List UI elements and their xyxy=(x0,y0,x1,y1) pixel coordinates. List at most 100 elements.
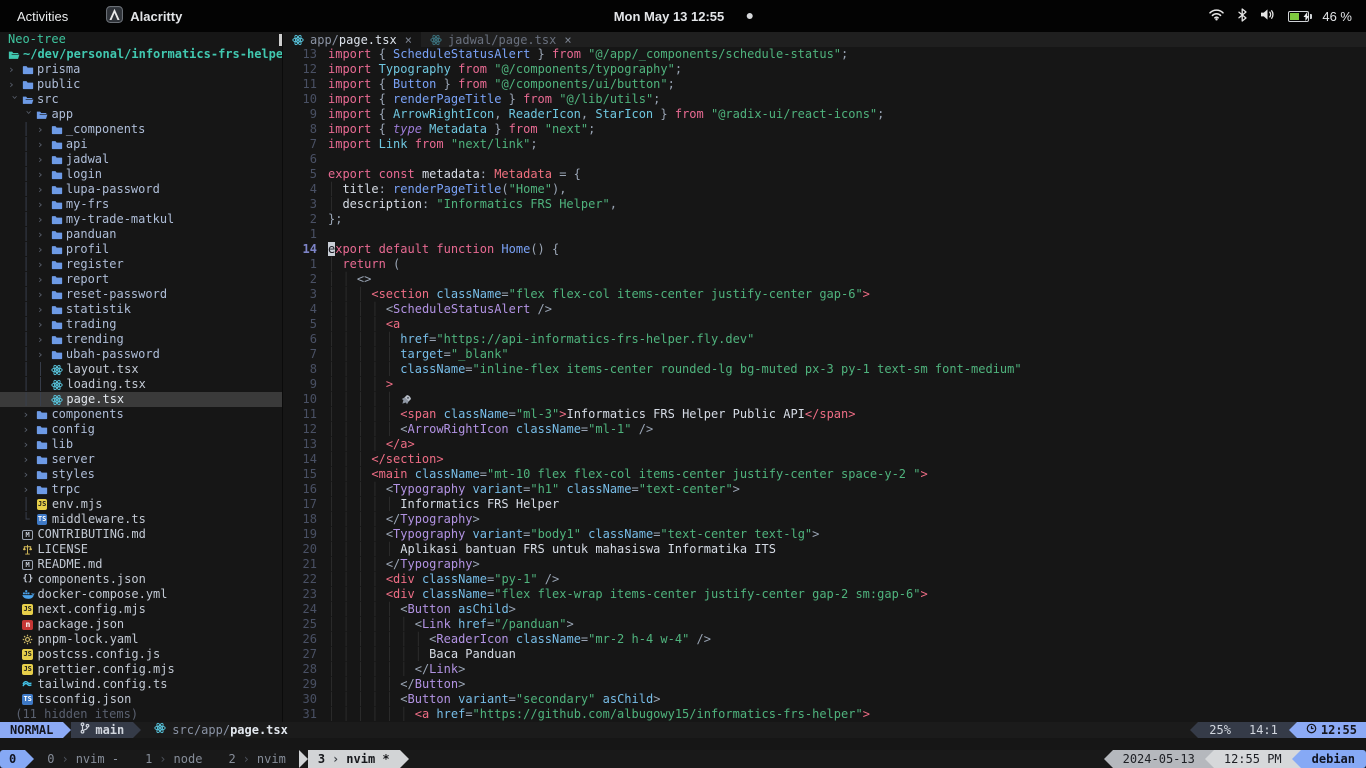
code-line[interactable]: 8import { type Metadata } from "next"; xyxy=(283,122,1366,137)
tree-item[interactable]: ›app xyxy=(0,107,282,122)
code-line[interactable]: 10│ │ │ │ │ xyxy=(283,392,1366,407)
tree-item[interactable]: TStsconfig.json xyxy=(0,692,282,707)
code-line[interactable]: 4│ │ │ │ <ScheduleStatusAlert /> xyxy=(283,302,1366,317)
code-line[interactable]: 3│ description: "Informatics FRS Helper"… xyxy=(283,197,1366,212)
code-line[interactable]: 12│ │ │ │ │ <ArrowRightIcon className="m… xyxy=(283,422,1366,437)
editor-tab[interactable]: jadwal/page.tsx× xyxy=(421,32,581,47)
code-line[interactable]: 13import { ScheduleStatusAlert } from "@… xyxy=(283,47,1366,62)
tree-item[interactable]: MREADME.md xyxy=(0,557,282,572)
tree-item[interactable]: ~/dev/personal/informatics-frs-helper xyxy=(0,47,282,62)
code-line[interactable]: 16│ │ │ │ <Typography variant="h1" class… xyxy=(283,482,1366,497)
code-line[interactable]: 24│ │ │ │ │ <Button asChild> xyxy=(283,602,1366,617)
tree-item[interactable]: │ │ layout.tsx xyxy=(0,362,282,377)
code-line[interactable]: 28│ │ │ │ │ │ </Link> xyxy=(283,662,1366,677)
code-area[interactable]: 13import { ScheduleStatusAlert } from "@… xyxy=(283,47,1366,722)
tree-item[interactable]: ›public xyxy=(0,77,282,92)
tree-item[interactable]: │ ›report xyxy=(0,272,282,287)
code-line[interactable]: 26│ │ │ │ │ │ │ <ReaderIcon className="m… xyxy=(283,632,1366,647)
tree-item[interactable]: ›config xyxy=(0,422,282,437)
tree-item[interactable]: │ ›_components xyxy=(0,122,282,137)
code-line[interactable]: 7import Link from "next/link"; xyxy=(283,137,1366,152)
tree-item[interactable]: JSnext.config.mjs xyxy=(0,602,282,617)
tab-close-icon[interactable]: × xyxy=(564,33,571,47)
tree-item[interactable]: │ ›panduan xyxy=(0,227,282,242)
tree-item[interactable]: MCONTRIBUTING.md xyxy=(0,527,282,542)
tree-item[interactable]: │ ›statistik xyxy=(0,302,282,317)
tree-item[interactable]: ›server xyxy=(0,452,282,467)
code-line[interactable]: 13│ │ │ │ </a> xyxy=(283,437,1366,452)
code-line[interactable]: 19│ │ │ │ <Typography variant="body1" cl… xyxy=(283,527,1366,542)
code-line[interactable]: 27│ │ │ │ │ │ │ Baca Panduan xyxy=(283,647,1366,662)
code-line[interactable]: 4│ title: renderPageTitle("Home"), xyxy=(283,182,1366,197)
code-line[interactable]: 3│ │ │ <section className="flex flex-col… xyxy=(283,287,1366,302)
code-line[interactable]: 2}; xyxy=(283,212,1366,227)
code-line[interactable]: 18│ │ │ │ </Typography> xyxy=(283,512,1366,527)
tree-item[interactable]: JSpostcss.config.js xyxy=(0,647,282,662)
focused-app[interactable]: Alacritty xyxy=(106,6,182,26)
tree-item[interactable]: │ ›reset-password xyxy=(0,287,282,302)
tree-item[interactable]: ›lib xyxy=(0,437,282,452)
tree-item[interactable]: docker-compose.yml xyxy=(0,587,282,602)
editor-tab[interactable]: app/page.tsx× xyxy=(283,32,421,47)
tree-item[interactable]: npackage.json xyxy=(0,617,282,632)
code-line[interactable]: 10import { renderPageTitle } from "@/lib… xyxy=(283,92,1366,107)
tree-item[interactable]: {}components.json xyxy=(0,572,282,587)
code-line[interactable]: 11import { Button } from "@/components/u… xyxy=(283,77,1366,92)
tree-item[interactable]: pnpm-lock.yaml xyxy=(0,632,282,647)
tree-item[interactable]: (11 hidden items) xyxy=(0,707,282,722)
code-line[interactable]: 23│ │ │ │ <div className="flex flex-wrap… xyxy=(283,587,1366,602)
code-line[interactable]: 5│ │ │ │ <a xyxy=(283,317,1366,332)
tree-item[interactable]: LICENSE xyxy=(0,542,282,557)
tree-item[interactable]: ›styles xyxy=(0,467,282,482)
tmux-window-active[interactable]: 3›nvim * xyxy=(308,750,400,768)
tree-item[interactable]: │ ›ubah-password xyxy=(0,347,282,362)
code-line[interactable]: 7│ │ │ │ │ target="_blank" xyxy=(283,347,1366,362)
tmux-window[interactable]: 0›nvim - xyxy=(34,750,132,768)
tree-item[interactable]: tailwind.config.ts xyxy=(0,677,282,692)
tree-item[interactable]: JSprettier.config.mjs xyxy=(0,662,282,677)
code-line[interactable]: 14│ │ │ </section> xyxy=(283,452,1366,467)
code-line[interactable]: 1 xyxy=(283,227,1366,242)
code-line[interactable]: 11│ │ │ │ │ <span className="ml-3">Infor… xyxy=(283,407,1366,422)
tab-close-icon[interactable]: × xyxy=(405,33,412,47)
code-line[interactable]: 25│ │ │ │ │ │ <Link href="/panduan"> xyxy=(283,617,1366,632)
tree-item[interactable]: │ ›login xyxy=(0,167,282,182)
tree-item[interactable]: │ JSenv.mjs xyxy=(0,497,282,512)
code-line[interactable]: 6│ │ │ │ │ href="https://api-informatics… xyxy=(283,332,1366,347)
tree-item[interactable]: │ ›trending xyxy=(0,332,282,347)
tree-item[interactable]: │ ›jadwal xyxy=(0,152,282,167)
code-line[interactable]: 21│ │ │ │ </Typography> xyxy=(283,557,1366,572)
code-line[interactable]: 20│ │ │ │ │ Aplikasi bantuan FRS untuk m… xyxy=(283,542,1366,557)
tree-item[interactable]: ›prisma xyxy=(0,62,282,77)
tree-item[interactable]: │ ›api xyxy=(0,137,282,152)
tree-item[interactable]: ›components xyxy=(0,407,282,422)
system-status-area[interactable]: 46 % xyxy=(1208,8,1366,25)
tree-item[interactable]: │ ›register xyxy=(0,257,282,272)
code-line[interactable]: 12import Typography from "@/components/t… xyxy=(283,62,1366,77)
code-line[interactable]: 9import { ArrowRightIcon, ReaderIcon, St… xyxy=(283,107,1366,122)
code-line[interactable]: 6 xyxy=(283,152,1366,167)
tree-item[interactable]: └ TSmiddleware.ts xyxy=(0,512,282,527)
code-line[interactable]: 15│ │ │ <main className="mt-10 flex flex… xyxy=(283,467,1366,482)
vim-command-line[interactable] xyxy=(0,738,1366,750)
tree-item[interactable]: │ ›trading xyxy=(0,317,282,332)
tree-item[interactable]: ›src xyxy=(0,92,282,107)
clock-menu[interactable]: Mon May 13 12:55 xyxy=(614,9,753,24)
tree-item[interactable]: ›trpc xyxy=(0,482,282,497)
tree-item[interactable]: │ ›my-frs xyxy=(0,197,282,212)
code-line[interactable]: 9│ │ │ │ > xyxy=(283,377,1366,392)
code-line[interactable]: 5export const metadata: Metadata = { xyxy=(283,167,1366,182)
code-line[interactable]: 31│ │ │ │ │ │ <a href="https://github.co… xyxy=(283,707,1366,722)
code-line[interactable]: 2│ │ <> xyxy=(283,272,1366,287)
tmux-window[interactable]: 2›nvim xyxy=(215,750,298,768)
tree-item[interactable]: │ ›my-trade-matkul xyxy=(0,212,282,227)
code-line[interactable]: 30│ │ │ │ │ <Button variant="secondary" … xyxy=(283,692,1366,707)
code-line[interactable]: 17│ │ │ │ │ Informatics FRS Helper xyxy=(283,497,1366,512)
neo-tree-scrollbar[interactable] xyxy=(279,34,282,46)
tree-item[interactable]: │ │ page.tsx xyxy=(0,392,282,407)
code-line[interactable]: 29│ │ │ │ │ </Button> xyxy=(283,677,1366,692)
tree-item[interactable]: │ │ loading.tsx xyxy=(0,377,282,392)
code-line[interactable]: 22│ │ │ │ <div className="py-1" /> xyxy=(283,572,1366,587)
code-line[interactable]: 14export default function Home() { xyxy=(283,242,1366,257)
tree-item[interactable]: │ ›lupa-password xyxy=(0,182,282,197)
